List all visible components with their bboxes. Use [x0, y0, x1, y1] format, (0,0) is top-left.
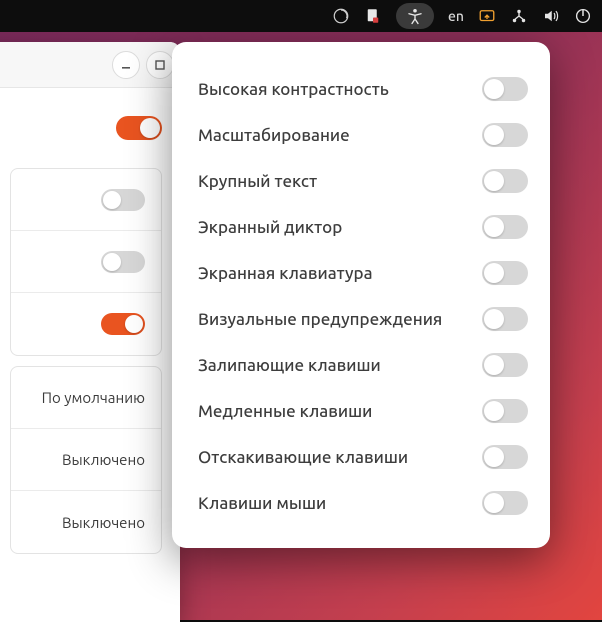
- a11y-toggle-bounce-keys[interactable]: [482, 445, 528, 469]
- a11y-toggle-slow-keys[interactable]: [482, 399, 528, 423]
- settings-panel-2: По умолчанию Выключено Выключено: [10, 366, 162, 554]
- a11y-item-label: Отскакивающие клавиши: [198, 448, 408, 467]
- a11y-toggle-zoom[interactable]: [482, 123, 528, 147]
- settings-row-label: По умолчанию: [42, 389, 145, 406]
- a11y-toggle-visual-alerts[interactable]: [482, 307, 528, 331]
- settings-row[interactable]: Выключено: [11, 491, 161, 553]
- a11y-toggle-sticky-keys[interactable]: [482, 353, 528, 377]
- a11y-toggle-screen-reader[interactable]: [482, 215, 528, 239]
- accessibility-icon: [406, 7, 424, 25]
- accessibility-indicator[interactable]: [396, 3, 434, 29]
- document-tray-icon[interactable]: [364, 7, 382, 25]
- a11y-toggle-mouse-keys[interactable]: [482, 491, 528, 515]
- a11y-item-label: Залипающие клавиши: [198, 356, 381, 375]
- accessibility-menu: Высокая контрастность Масштабирование Кр…: [172, 42, 550, 548]
- a11y-item-mouse-keys[interactable]: Клавиши мыши: [198, 480, 528, 526]
- power-icon[interactable]: [574, 7, 592, 25]
- window-titlebar: [0, 42, 180, 88]
- a11y-item-sticky-keys[interactable]: Залипающие клавиши: [198, 342, 528, 388]
- a11y-item-label: Экранный диктор: [198, 218, 342, 237]
- a11y-item-large-text[interactable]: Крупный текст: [198, 158, 528, 204]
- volume-icon[interactable]: [542, 7, 560, 25]
- minimize-button[interactable]: [112, 51, 140, 79]
- a11y-toggle-large-text[interactable]: [482, 169, 528, 193]
- screenshare-icon[interactable]: [478, 7, 496, 25]
- a11y-toggle-screen-keyboard[interactable]: [482, 261, 528, 285]
- settings-row-label: Выключено: [62, 451, 145, 468]
- settings-toggle-3[interactable]: [101, 251, 145, 273]
- a11y-item-label: Медленные клавиши: [198, 402, 372, 421]
- minimize-icon: [120, 59, 132, 71]
- obs-tray-icon[interactable]: [332, 7, 350, 25]
- settings-toggle-2[interactable]: [101, 189, 145, 211]
- network-icon[interactable]: [510, 7, 528, 25]
- settings-row-label: Выключено: [62, 514, 145, 531]
- settings-toggle-1[interactable]: [116, 116, 162, 140]
- a11y-item-label: Визуальные предупреждения: [198, 310, 442, 329]
- a11y-item-label: Клавиши мыши: [198, 494, 326, 513]
- a11y-item-label: Крупный текст: [198, 172, 317, 191]
- a11y-toggle-high-contrast[interactable]: [482, 77, 528, 101]
- a11y-item-label: Экранная клавиатура: [198, 264, 373, 283]
- a11y-item-bounce-keys[interactable]: Отскакивающие клавиши: [198, 434, 528, 480]
- a11y-item-screen-keyboard[interactable]: Экранная клавиатура: [198, 250, 528, 296]
- a11y-item-slow-keys[interactable]: Медленные клавиши: [198, 388, 528, 434]
- maximize-button[interactable]: [146, 51, 174, 79]
- settings-panel-1: [10, 168, 162, 356]
- settings-window: По умолчанию Выключено Выключено: [0, 42, 180, 622]
- a11y-item-zoom[interactable]: Масштабирование: [198, 112, 528, 158]
- settings-row[interactable]: По умолчанию: [11, 367, 161, 429]
- a11y-item-high-contrast[interactable]: Высокая контрастность: [198, 66, 528, 112]
- keyboard-layout-indicator[interactable]: en: [448, 8, 464, 24]
- a11y-item-label: Масштабирование: [198, 126, 350, 145]
- maximize-icon: [154, 59, 166, 71]
- settings-row[interactable]: Выключено: [11, 429, 161, 491]
- a11y-item-visual-alerts[interactable]: Визуальные предупреждения: [198, 296, 528, 342]
- top-bar: en: [0, 0, 602, 32]
- a11y-item-screen-reader[interactable]: Экранный диктор: [198, 204, 528, 250]
- settings-toggle-4[interactable]: [101, 313, 145, 335]
- a11y-item-label: Высокая контрастность: [198, 80, 389, 99]
